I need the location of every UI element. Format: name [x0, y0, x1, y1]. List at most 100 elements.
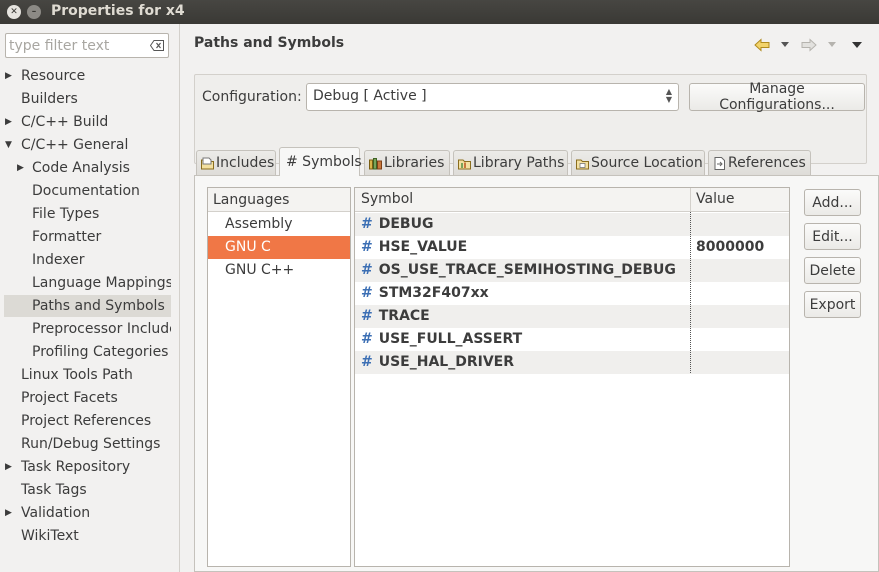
symbol-name: DEBUG [378, 216, 434, 232]
column-divider[interactable] [690, 188, 691, 212]
table-row[interactable]: # HSE_VALUE 8000000 [355, 236, 789, 259]
tree-item-label: Task Tags [21, 482, 87, 498]
tree-item-run-debug-settings[interactable]: Run/Debug Settings [0, 433, 179, 455]
symbol-name-cell: # USE_HAL_DRIVER [361, 354, 514, 370]
symbol-name: HSE_VALUE [378, 239, 468, 255]
configuration-label: Configuration: [202, 89, 302, 105]
symbol-name-cell: # TRACE [361, 308, 430, 324]
table-row[interactable]: # STM32F407xx [355, 282, 789, 305]
minimize-window-button[interactable]: – [27, 5, 41, 19]
tab-symbols[interactable]: # Symbols [279, 147, 362, 176]
collapsed-arrow-icon[interactable]: ▶ [17, 157, 24, 179]
tree-item-code-analysis[interactable]: ▶ Code Analysis [4, 157, 171, 179]
table-row[interactable]: # OS_USE_TRACE_SEMIHOSTING_DEBUG [355, 259, 789, 282]
configuration-select[interactable]: Debug [ Active ] ▲ ▼ [306, 83, 679, 111]
column-header-symbol[interactable]: Symbol [361, 191, 413, 207]
symbol-name: TRACE [378, 308, 430, 324]
tree-item-profiling-categories[interactable]: Profiling Categories [4, 341, 171, 363]
tab-references[interactable]: References [708, 150, 811, 175]
tree-item-label: Project Facets [21, 390, 118, 406]
column-header-value[interactable]: Value [696, 191, 734, 207]
tab-includes-label: Includes [216, 155, 275, 171]
close-window-button[interactable]: ✕ [7, 5, 21, 19]
tree-item-validation[interactable]: ▶ Validation [0, 502, 179, 524]
forward-arrow-icon[interactable] [801, 38, 817, 52]
symbol-name-cell: # OS_USE_TRACE_SEMIHOSTING_DEBUG [361, 262, 676, 278]
properties-page: Paths and Symbols Configuration: Debug [… [181, 24, 879, 572]
language-item-assembly[interactable]: Assembly [208, 213, 350, 236]
collapsed-arrow-icon[interactable]: ▶ [5, 502, 12, 524]
tree-item-project-references[interactable]: Project References [0, 410, 179, 432]
clear-filter-icon[interactable] [150, 40, 164, 51]
language-item-gnu-cpp[interactable]: GNU C++ [208, 259, 350, 282]
tab-symbols-label: # Symbols [286, 154, 362, 170]
tab-source-location-label: Source Location [591, 155, 703, 171]
tree-item-c-c-general[interactable]: ▼ C/C++ General [0, 134, 179, 156]
tab-references-label: References [728, 155, 806, 171]
tree-item-project-facets[interactable]: Project Facets [0, 387, 179, 409]
window-title: Properties for x4 [51, 3, 185, 19]
table-row[interactable]: # USE_HAL_DRIVER [355, 351, 789, 374]
delete-symbol-button[interactable]: Delete [804, 257, 861, 284]
column-divider-line [690, 212, 691, 373]
table-row[interactable]: # TRACE [355, 305, 789, 328]
symbol-hash-icon: # [361, 285, 373, 301]
tree-item-label: Indexer [32, 252, 85, 268]
view-menu-chevron-down-icon[interactable] [852, 42, 862, 49]
tree-item-documentation[interactable]: Documentation [4, 180, 171, 202]
table-row[interactable]: # DEBUG [355, 213, 789, 236]
tree-item-label: Linux Tools Path [21, 367, 133, 383]
edit-symbol-button[interactable]: Edit... [804, 223, 861, 250]
tree-item-file-types[interactable]: File Types [4, 203, 171, 225]
tree-item-task-repository[interactable]: ▶ Task Repository [0, 456, 179, 478]
tree-item-resource[interactable]: ▶ Resource [0, 65, 179, 87]
tree-item-label: Formatter [32, 229, 102, 245]
tab-source-location[interactable]: Source Location [571, 150, 705, 175]
tree-item-linux-tools-path[interactable]: Linux Tools Path [0, 364, 179, 386]
collapsed-arrow-icon[interactable]: ▶ [5, 456, 12, 478]
configuration-value: Debug [ Active ] [313, 88, 427, 104]
language-item-gnu-c[interactable]: GNU C [208, 236, 350, 259]
tree-item-c-c-build[interactable]: ▶ C/C++ Build [0, 111, 179, 133]
symbol-name: USE_FULL_ASSERT [378, 331, 523, 347]
tree-item-task-tags[interactable]: Task Tags [0, 479, 179, 501]
tab-library-paths[interactable]: Library Paths [453, 150, 568, 175]
collapsed-arrow-icon[interactable]: ▶ [5, 65, 12, 87]
tab-includes[interactable]: Includes [196, 150, 276, 175]
export-symbol-button[interactable]: Export [804, 291, 861, 318]
back-menu-chevron-down-icon[interactable] [781, 42, 789, 48]
symbol-name-cell: # USE_FULL_ASSERT [361, 331, 522, 347]
collapsed-arrow-icon[interactable]: ▶ [5, 111, 12, 133]
tab-libraries[interactable]: Libraries [364, 150, 450, 175]
tree-item-label: Project References [21, 413, 152, 429]
tree-item-paths-and-symbols[interactable]: Paths and Symbols [4, 295, 171, 317]
symbol-name: USE_HAL_DRIVER [378, 354, 515, 370]
symbol-name: STM32F407xx [378, 285, 489, 301]
tree-item-label: File Types [32, 206, 100, 222]
tree-item-language-mappings[interactable]: Language Mappings [4, 272, 171, 294]
tree-item-indexer[interactable]: Indexer [4, 249, 171, 271]
symbol-hash-icon: # [361, 262, 373, 278]
symbols-table[interactable]: Symbol Value # DEBUG # HSE_VALUE 8000000 # OS_… [354, 187, 790, 567]
tree-item-label: Validation [21, 505, 91, 521]
tree-item-label: Preprocessor Include [32, 321, 171, 337]
tree-item-preprocessor-include[interactable]: Preprocessor Include [4, 318, 171, 340]
symbol-name-cell: # HSE_VALUE [361, 239, 467, 255]
tree-item-formatter[interactable]: Formatter [4, 226, 171, 248]
languages-list[interactable]: Languages Assembly GNU C GNU C++ [207, 187, 351, 567]
add-symbol-button[interactable]: Add... [804, 189, 861, 216]
table-row[interactable]: # USE_FULL_ASSERT [355, 328, 789, 351]
tree-item-builders[interactable]: Builders [0, 88, 179, 110]
symbol-hash-icon: # [361, 216, 373, 232]
expanded-arrow-icon[interactable]: ▼ [5, 134, 12, 156]
forward-menu-chevron-down-icon[interactable] [828, 42, 836, 48]
tree-item-wikitext[interactable]: WikiText [0, 525, 179, 547]
symbols-table-header: Symbol Value [355, 188, 789, 212]
symbol-hash-icon: # [361, 354, 373, 370]
symbols-tab-content: Languages Assembly GNU C GNU C++ Symbol Va… [194, 175, 879, 572]
filter-input[interactable] [9, 36, 147, 55]
tree-item-label: Task Repository [21, 459, 131, 475]
manage-configurations-button[interactable]: Manage Configurations... [689, 81, 865, 113]
references-icon [714, 156, 725, 170]
back-arrow-icon[interactable] [754, 38, 770, 52]
